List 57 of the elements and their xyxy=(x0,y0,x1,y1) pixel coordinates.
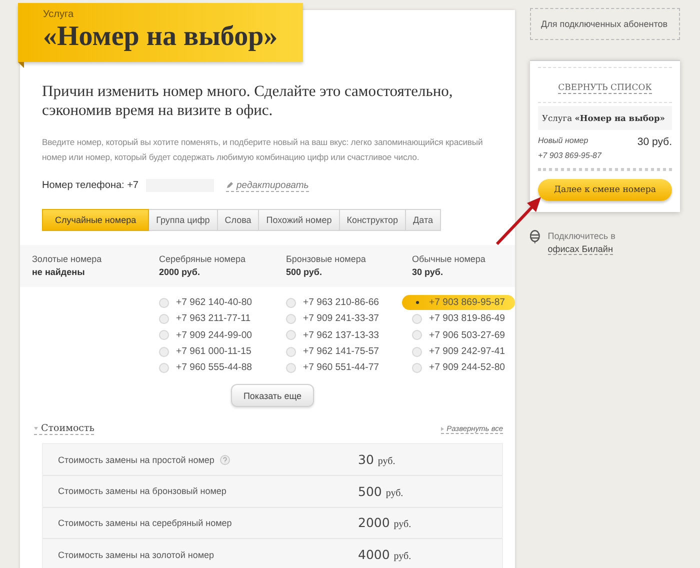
number-option[interactable]: +7 909 241-33-37 xyxy=(276,311,390,327)
new-number-label: Новый номер xyxy=(538,136,588,147)
number-option[interactable]: +7 962 137-13-33 xyxy=(276,328,390,343)
phone-label: Номер телефона: +7 xyxy=(42,180,138,191)
number-option[interactable]: +7 960 555-44-88 xyxy=(149,360,262,376)
bee-icon xyxy=(530,230,540,244)
cost-section-toggle[interactable]: Стоимость xyxy=(34,423,94,436)
group-price: не найдены xyxy=(32,267,85,277)
offices-text: Подключитесь в офисах Билайн xyxy=(548,230,616,256)
service-label: Услуга xyxy=(43,9,75,20)
page-title: «Номер на выбор» xyxy=(43,20,278,54)
number-option[interactable]: +7 961 000-11-15 xyxy=(149,344,262,360)
group-title: Обычные номера xyxy=(412,254,486,264)
number-option[interactable]: +7 909 242-97-41 xyxy=(402,344,516,360)
number-option[interactable]: +7 962 140-40-80 xyxy=(149,295,262,310)
group-title: Золотые номера xyxy=(32,254,102,264)
cost-amount: 30 руб. xyxy=(358,452,396,468)
group-price: 500 руб. xyxy=(286,267,322,277)
number-option[interactable]: +7 909 244-52-80 xyxy=(402,360,516,376)
next-button[interactable]: Далее к смене номера xyxy=(538,179,672,201)
help-icon[interactable] xyxy=(220,454,230,465)
cost-amount: 4000 руб. xyxy=(358,547,412,562)
edit-link[interactable]: редактировать xyxy=(226,180,309,192)
lead-text: Причин изменить номер много. Сделайте это самостоятельно, сэкономив время на визите в офис. xyxy=(42,82,454,120)
subscribers-link[interactable]: Для подключенных абонентов xyxy=(530,8,680,40)
number-option[interactable]: +7 963 210-86-66 xyxy=(276,295,390,310)
filter-tab[interactable]: Конструктор xyxy=(340,209,406,231)
number-option[interactable]: +7 963 211-77-11 xyxy=(149,311,261,327)
cost-label: Стоимость замены на бронзовый номер xyxy=(58,486,226,496)
filter-tab[interactable]: Похожий номер xyxy=(259,209,340,231)
number-option[interactable]: +7 903 869-95-87 xyxy=(402,295,516,310)
number-option[interactable]: +7 903 819-86-49 xyxy=(402,311,516,327)
filter-tab[interactable]: Дата xyxy=(406,209,441,231)
order-price: 30 руб. xyxy=(637,136,672,148)
group-price: 2000 руб. xyxy=(159,267,200,277)
number-option[interactable]: +7 960 551-44-77 xyxy=(276,360,390,376)
cost-amount: 2000 руб. xyxy=(358,515,412,530)
cost-label: Стоимость замены на серебряный номер xyxy=(58,518,232,528)
service-name: Услуга «Номер на выбор» xyxy=(538,106,672,130)
collapse-list-link[interactable]: СВЕРНУТЬ СПИСОК xyxy=(558,83,652,94)
group-price: 30 руб. xyxy=(412,267,443,277)
number-option[interactable]: +7 906 503-27-69 xyxy=(402,328,516,343)
filter-tab[interactable]: Случайные номера xyxy=(42,209,150,231)
cost-label: Стоимость замены на простой номер xyxy=(58,454,214,465)
number-option[interactable]: +7 909 244-99-00 xyxy=(149,328,262,343)
group-title: Серебряные номера xyxy=(159,254,246,264)
number-option[interactable]: +7 962 141-75-57 xyxy=(276,344,390,360)
group-title: Бронзовые номера xyxy=(286,254,366,264)
cost-label: Стоимость замены на золотой номер xyxy=(58,550,214,560)
filter-tab[interactable]: Слова xyxy=(218,209,260,231)
offices-link[interactable]: офисах Билайн xyxy=(548,244,613,255)
description-text: Введите номер, который вы хотите поменять, и подберите новый на ваш вкус: легко запоминающийся красивый номер или номер, который будет содержать любимую комбинацию цифр или счастливое число. xyxy=(42,136,484,164)
pencil-icon xyxy=(226,182,234,188)
filter-tab[interactable]: Группа цифр xyxy=(149,209,218,231)
cost-amount: 500 руб. xyxy=(358,484,404,499)
new-number: +7 903 869-95-87 xyxy=(538,151,672,171)
show-more-button[interactable]: Показать еще xyxy=(231,384,314,408)
